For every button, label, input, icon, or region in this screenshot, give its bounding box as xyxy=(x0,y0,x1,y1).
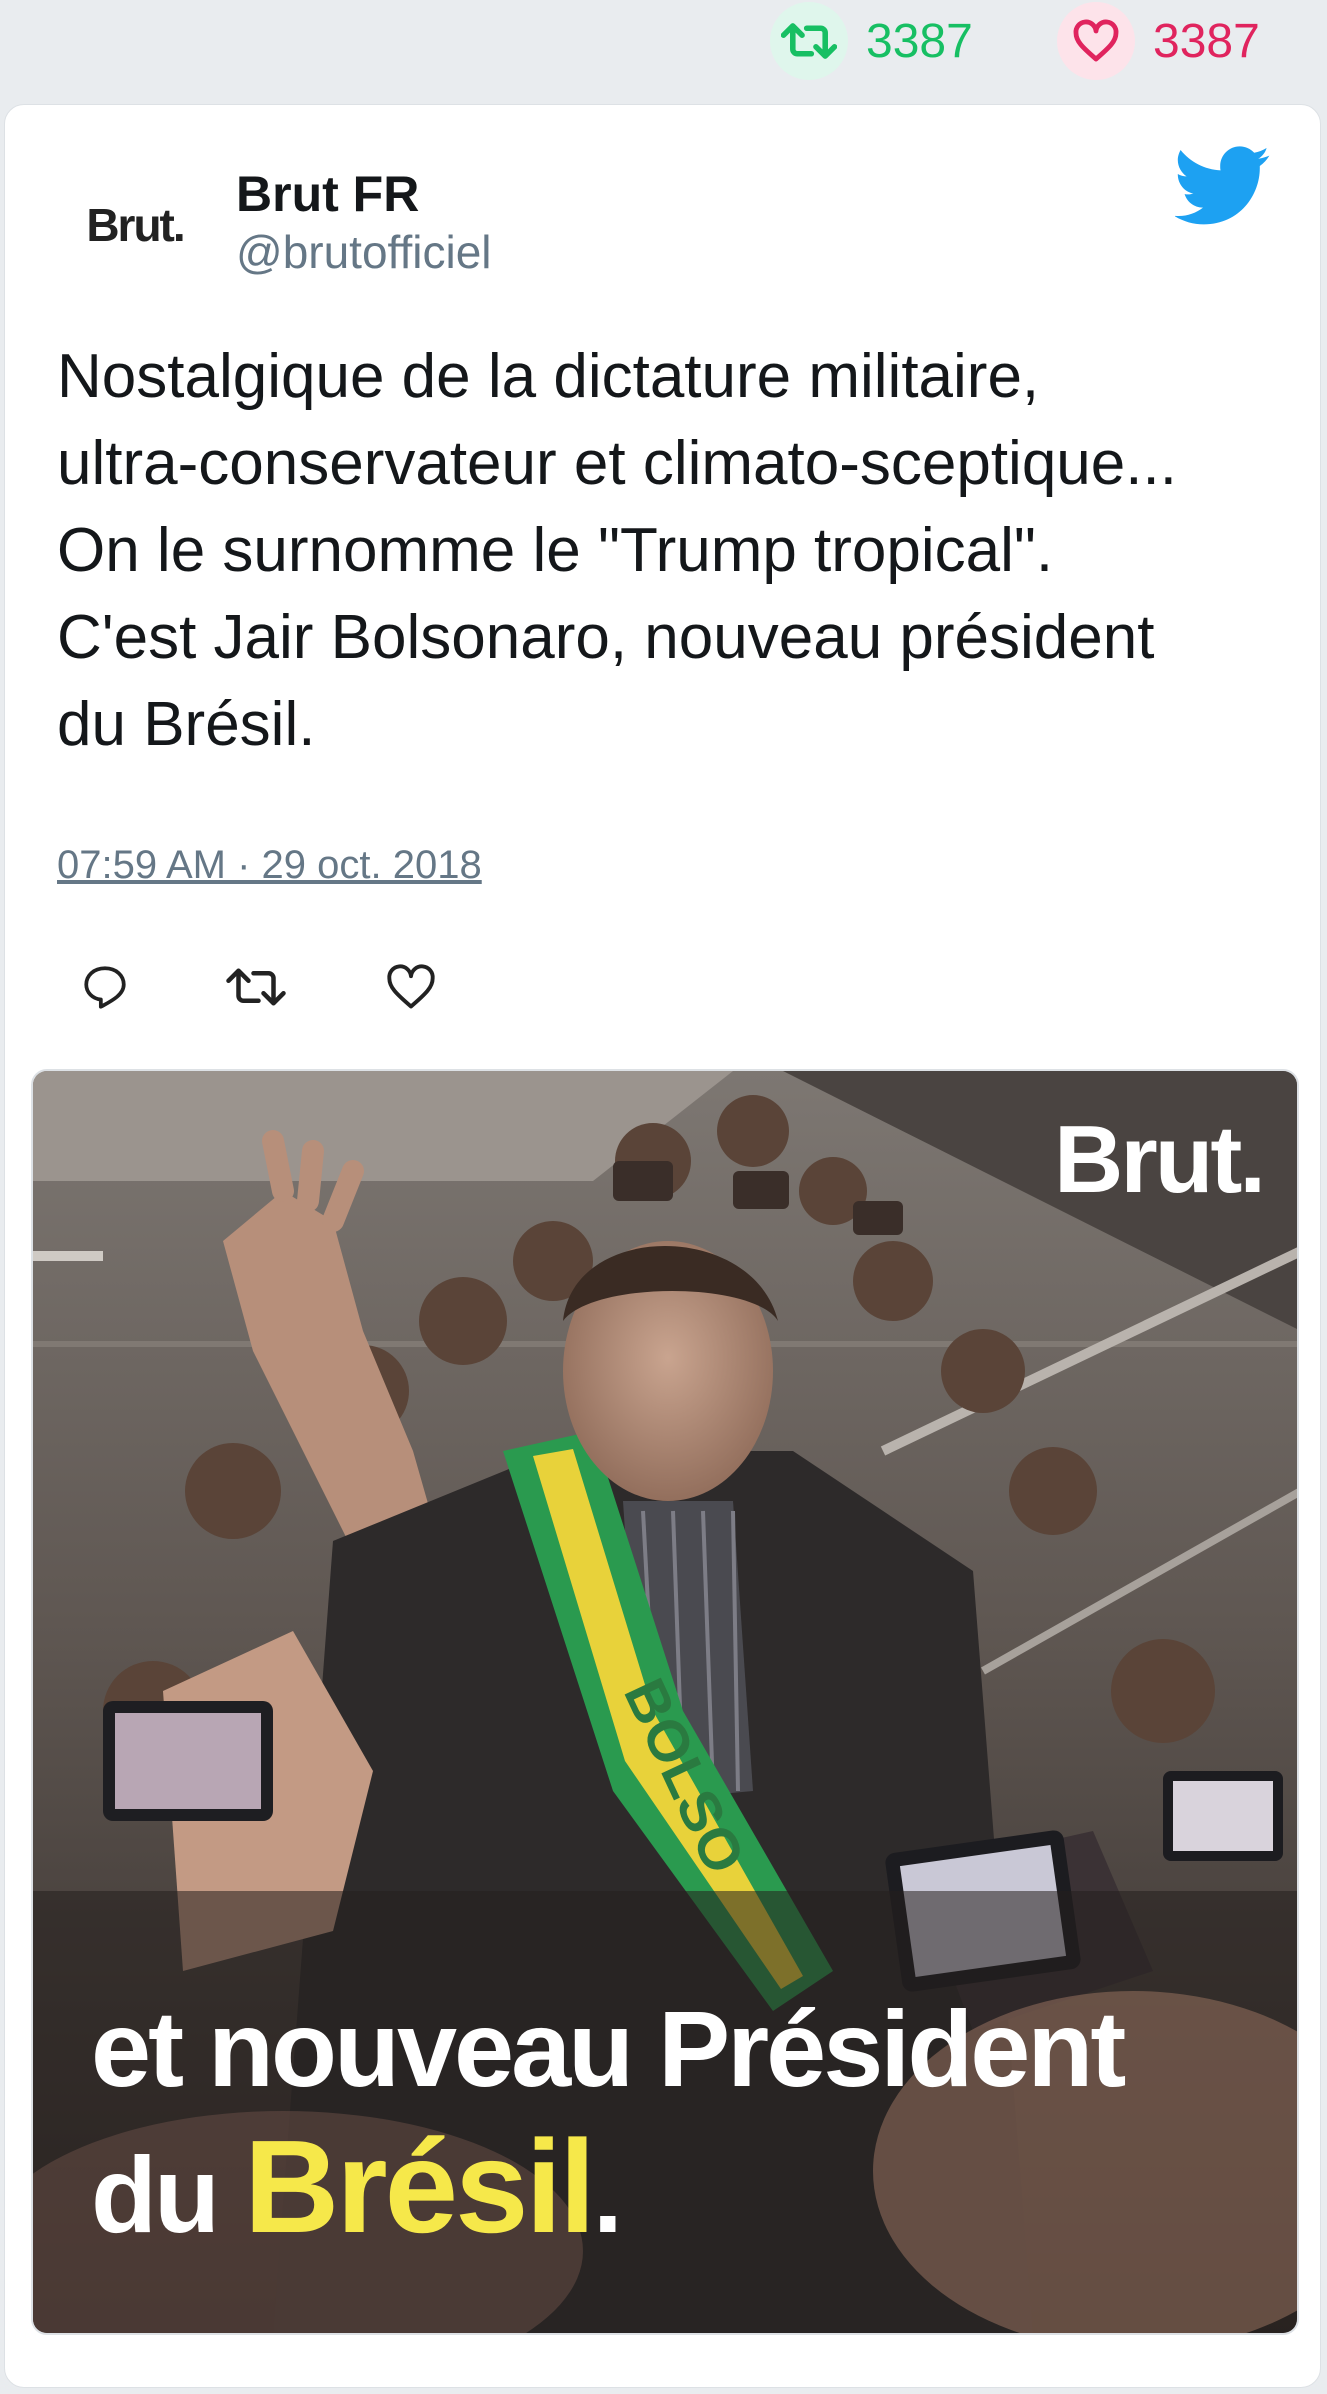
tweet-text-line: ultra-conservateur et climato-sceptique.… xyxy=(57,429,1177,498)
tweet-card: Brut. Brut FR @brutofficiel Nostalgique … xyxy=(4,104,1321,2388)
retweet-action-icon[interactable] xyxy=(224,955,288,1019)
engagement-stats: 3387 3387 xyxy=(0,0,1327,90)
video-caption-line-2: du Brésil. xyxy=(91,2111,623,2262)
tweet-text: Nostalgique de la dictature militaire, u… xyxy=(57,333,1297,768)
reply-icon[interactable] xyxy=(73,955,137,1019)
like-stat[interactable]: 3387 xyxy=(1057,0,1260,82)
tweet-video-thumbnail[interactable]: BOLSO Brut. et nouveau Président du Brés… xyxy=(31,1069,1299,2335)
avatar-logo-text: Brut. xyxy=(86,199,185,251)
tweet-text-line: Nostalgique de la dictature militaire, xyxy=(57,342,1040,411)
author-handle[interactable]: @brutofficiel xyxy=(236,225,492,279)
retweet-icon[interactable] xyxy=(770,2,848,80)
like-count: 3387 xyxy=(1153,14,1260,68)
tweet-text-line: du Brésil. xyxy=(57,690,316,759)
caption-highlight: Brésil xyxy=(243,2113,596,2260)
video-caption-line-1: et nouveau Président xyxy=(91,1988,1126,2109)
brut-watermark-logo: Brut. xyxy=(1054,1106,1266,1213)
retweet-count: 3387 xyxy=(866,14,973,68)
like-action-icon[interactable] xyxy=(379,955,443,1019)
twitter-bird-icon[interactable] xyxy=(1175,145,1271,227)
tweet-text-line: C'est Jair Bolsonaro, nouveau président xyxy=(57,603,1155,672)
heart-icon[interactable] xyxy=(1057,2,1135,80)
caption-prefix: du xyxy=(91,2134,244,2255)
caption-suffix: . xyxy=(592,2134,623,2255)
author-name[interactable]: Brut FR xyxy=(236,165,419,223)
avatar[interactable]: Brut. xyxy=(55,175,215,275)
tweet-timestamp-link[interactable]: 07:59 AM · 29 oct. 2018 xyxy=(57,843,482,888)
retweet-stat[interactable]: 3387 xyxy=(770,0,973,82)
tweet-text-line: On le surnomme le "Trump tropical". xyxy=(57,516,1054,585)
